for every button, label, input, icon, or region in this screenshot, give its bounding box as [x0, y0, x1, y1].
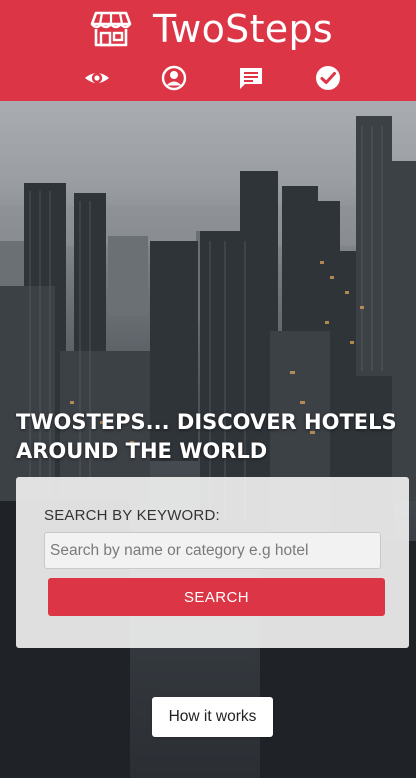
hero-section: TWOSTEPS... DISCOVER HOTELS AROUND THE W…	[0, 101, 416, 778]
eye-icon[interactable]	[83, 64, 111, 92]
search-card: SEARCH BY KEYWORD: SEARCH	[16, 477, 409, 648]
hero-headline: TWOSTEPS... DISCOVER HOTELS AROUND THE W…	[16, 410, 397, 463]
check-circle-icon[interactable]	[314, 64, 342, 92]
search-label: SEARCH BY KEYWORD:	[44, 507, 220, 524]
brand-name: TwoSteps	[153, 7, 333, 51]
user-circle-icon[interactable]	[160, 64, 188, 92]
message-icon[interactable]	[237, 64, 265, 92]
storefront-icon	[90, 11, 132, 47]
search-input[interactable]	[44, 532, 381, 569]
top-nav	[0, 64, 416, 92]
search-button[interactable]: SEARCH	[48, 578, 385, 616]
how-it-works-button[interactable]: How it works	[152, 697, 273, 737]
brand[interactable]: TwoSteps	[90, 8, 333, 50]
app-header: TwoSteps	[0, 0, 416, 101]
